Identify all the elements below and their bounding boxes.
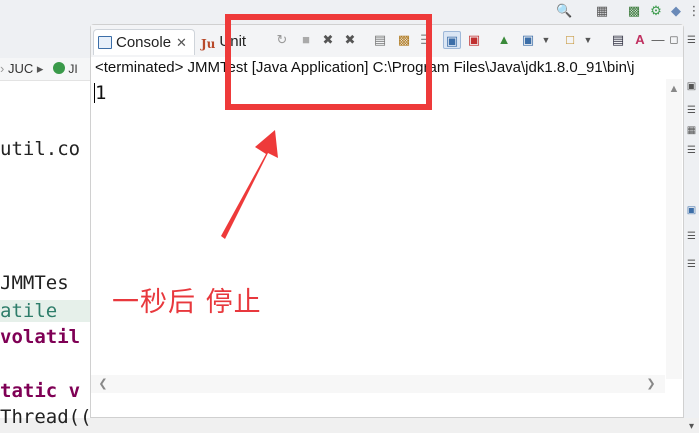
chevron-down-icon[interactable]: ▾ bbox=[685, 420, 698, 433]
annotation-arrow bbox=[221, 130, 278, 239]
annotation-arrow-shape bbox=[221, 130, 278, 239]
annotation-text: 一秒后 停止 bbox=[112, 287, 262, 318]
